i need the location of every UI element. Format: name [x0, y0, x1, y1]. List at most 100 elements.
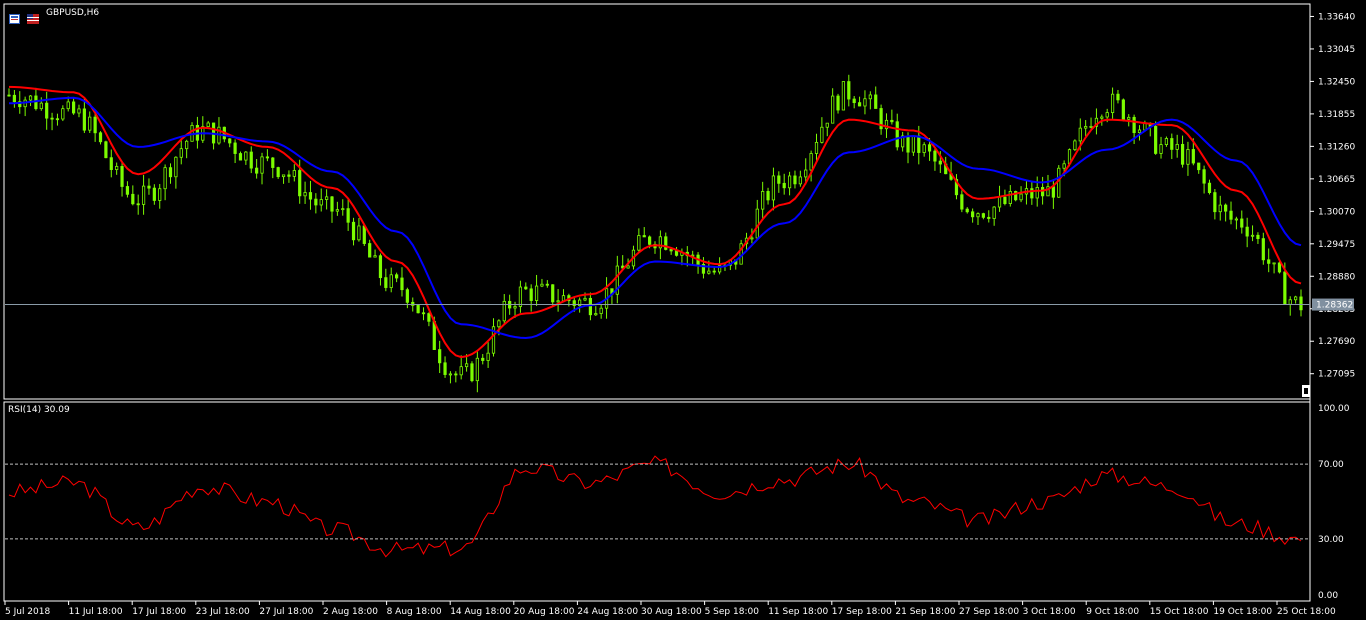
- candle-body: [551, 284, 555, 303]
- candle-body: [1105, 112, 1109, 118]
- candle-body: [1100, 116, 1104, 119]
- candle-body: [863, 98, 867, 107]
- chart-canvas[interactable]: 1.33640 1.33045 1.32450 1.31855 1.31260 1.306…: [0, 0, 1366, 620]
- candle-body: [125, 186, 130, 195]
- candle-body: [1019, 193, 1023, 201]
- candle-body: [1202, 169, 1206, 184]
- candle-body: [540, 283, 544, 287]
- candle-body: [981, 213, 985, 218]
- candle-body: [1240, 218, 1244, 228]
- chart-window-icon[interactable]: [9, 9, 20, 24]
- candle-body: [1041, 187, 1045, 197]
- candle-body: [276, 167, 280, 178]
- candle-body: [637, 235, 641, 251]
- candle-body: [513, 306, 517, 309]
- candle-body: [1137, 129, 1142, 134]
- time-label: 2 Aug 18:00: [323, 607, 378, 617]
- candle-body: [1051, 186, 1055, 198]
- candle-body: [330, 196, 334, 212]
- time-label: 30 Aug 18:00: [641, 607, 702, 617]
- candle-body: [1062, 163, 1066, 169]
- candle-body: [583, 297, 587, 301]
- candle-body: [1170, 138, 1174, 150]
- candle-body: [93, 116, 97, 134]
- candle-body: [1057, 167, 1061, 198]
- candle-body: [1207, 182, 1212, 194]
- candle-body: [66, 101, 70, 110]
- price-axis: 1.33640 1.33045 1.32450 1.31855 1.31260 1.306…: [1310, 12, 1355, 380]
- candle-body: [72, 101, 76, 114]
- candle-body: [1003, 196, 1007, 204]
- candle-body: [1175, 143, 1179, 150]
- flag-icon: [27, 9, 39, 24]
- candle-body: [960, 194, 964, 210]
- candle-body: [120, 166, 124, 187]
- candle-body: [346, 208, 350, 223]
- candle-body: [1121, 99, 1125, 120]
- price-label: 1.33045: [1318, 45, 1355, 55]
- candle-body: [39, 102, 43, 110]
- candle-body: [281, 174, 286, 178]
- candle-body: [82, 108, 86, 131]
- candle-body: [1116, 93, 1120, 101]
- candle-body: [265, 156, 270, 159]
- candle-body: [378, 255, 383, 279]
- rsi-scale-label: 100.00: [1318, 404, 1350, 414]
- candle-body: [518, 286, 523, 307]
- candle-body: [976, 213, 980, 218]
- candle-body: [497, 320, 501, 328]
- candle-body: [1218, 204, 1222, 213]
- candle-body: [1073, 140, 1077, 151]
- candle-body: [938, 160, 942, 165]
- rsi-indicator-label: RSI(14) 30.09: [8, 405, 70, 415]
- candle-body: [594, 313, 598, 316]
- candle-body: [987, 216, 991, 219]
- candle-body: [115, 166, 119, 170]
- candle-body: [1294, 296, 1298, 301]
- price-label: 1.33640: [1318, 12, 1355, 22]
- candle-body: [712, 270, 716, 273]
- candle-body: [917, 135, 921, 153]
- price-label: 1.28880: [1318, 272, 1355, 282]
- candle-body: [335, 209, 339, 212]
- candle-body: [626, 265, 630, 269]
- candle-body: [7, 94, 11, 97]
- candle-body: [1261, 238, 1265, 261]
- current-price-value: 1.28362: [1316, 301, 1353, 311]
- candle-body: [394, 274, 399, 279]
- candle-body: [761, 191, 765, 210]
- price-label: 1.27095: [1318, 370, 1355, 380]
- candle-body: [836, 95, 840, 111]
- candle-body: [524, 286, 528, 290]
- candle-body: [588, 297, 593, 316]
- candle-body: [400, 277, 404, 291]
- candle-body: [255, 167, 259, 174]
- candle-body: [238, 153, 243, 161]
- candle-body: [545, 283, 549, 286]
- candle-body: [814, 141, 819, 154]
- candle-body: [464, 363, 469, 368]
- candle-body: [147, 185, 151, 189]
- candle-body: [804, 169, 808, 178]
- candle-body: [174, 156, 178, 178]
- candle-body: [890, 119, 894, 123]
- candle-body: [486, 352, 490, 361]
- price-label: 1.31855: [1318, 110, 1355, 120]
- candle-body: [895, 121, 899, 148]
- candle-body: [271, 157, 275, 168]
- candle-body: [648, 236, 652, 245]
- candle-body: [755, 208, 759, 239]
- rsi-subwindow-frame: [3, 401, 1311, 602]
- candle-body: [922, 144, 926, 153]
- time-label: 14 Aug 18:00: [450, 607, 511, 617]
- main-chart-frame: [3, 3, 1311, 400]
- candle-body: [1159, 144, 1163, 154]
- candle-body: [971, 211, 975, 218]
- candle-body: [244, 151, 248, 161]
- price-label: 1.27690: [1318, 337, 1355, 347]
- candle-body: [556, 300, 560, 303]
- candle-body: [459, 366, 463, 376]
- candle-body: [303, 192, 307, 197]
- candle-body: [373, 255, 377, 258]
- candle-body: [782, 182, 786, 189]
